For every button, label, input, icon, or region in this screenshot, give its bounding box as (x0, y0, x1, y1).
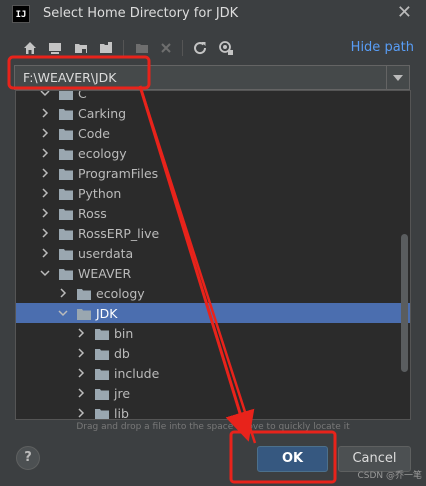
tree-row[interactable]: jre (16, 383, 410, 403)
tree-row-label: bin (114, 326, 134, 341)
tree-row[interactable]: JDK (16, 303, 410, 323)
tree-row-label: RossERP_live (78, 226, 160, 241)
vertical-scrollbar[interactable] (401, 234, 408, 372)
chevron-down-icon[interactable] (38, 265, 52, 281)
folder-icon (94, 346, 110, 360)
module-folder-icon[interactable] (97, 39, 115, 57)
tree-row-label: jre (114, 386, 131, 401)
tree-row-label: lib (114, 406, 129, 420)
chevron-right-icon[interactable] (74, 385, 88, 401)
tree-row[interactable]: include (16, 363, 410, 383)
tree-row[interactable]: ProgramFiles (16, 163, 410, 183)
help-button[interactable]: ? (16, 446, 40, 470)
drag-drop-hint: Drag and drop a file into the space abov… (76, 422, 350, 432)
chevron-right-icon[interactable] (38, 165, 52, 181)
chevron-right-icon[interactable] (74, 325, 88, 341)
dialog-title: Select Home Directory for JDK (43, 6, 239, 21)
folder-icon (76, 286, 92, 300)
path-input-value: F:\WEAVER\JDK (23, 70, 117, 85)
tree-row-label: Ross (78, 206, 107, 221)
folder-icon (58, 226, 74, 240)
tree-row[interactable]: ecology (16, 283, 410, 303)
intellij-logo-icon: IJ (12, 5, 30, 23)
folder-icon (58, 266, 74, 280)
toolbar-separator (182, 40, 183, 56)
tree-row[interactable]: Python (16, 183, 410, 203)
chevron-right-icon[interactable] (56, 285, 70, 301)
tree-row-label: C (78, 90, 87, 101)
tree-row[interactable]: lib (16, 403, 410, 420)
tree-row-label: include (114, 366, 160, 381)
tree-row-label: db (114, 346, 130, 361)
folder-icon (58, 106, 74, 120)
folder-icon (58, 91, 74, 100)
tree-row[interactable]: ecology (16, 143, 410, 163)
delete-icon[interactable] (157, 39, 175, 57)
path-input[interactable]: F:\WEAVER\JDK (14, 65, 410, 90)
directory-tree[interactable]: C Carking Code ecology ProgramFiles Python Ros… (15, 90, 411, 420)
tree-row[interactable]: Carking (16, 103, 410, 123)
folder-icon (58, 186, 74, 200)
folder-icon (58, 166, 74, 180)
tree-row-label: ecology (96, 286, 145, 301)
tree-row[interactable]: RossERP_live (16, 223, 410, 243)
chevron-right-icon[interactable] (38, 105, 52, 121)
tree-row-label: WEAVER (78, 266, 132, 281)
folder-icon (94, 366, 110, 380)
folder-icon (94, 326, 110, 340)
chevron-down-icon[interactable] (38, 91, 52, 101)
chevron-right-icon[interactable] (38, 225, 52, 241)
close-icon[interactable]: ✕ (397, 2, 412, 23)
watermark: CSDN @乔一笔 (357, 471, 422, 481)
folder-icon (58, 126, 74, 140)
refresh-icon[interactable] (191, 39, 209, 57)
chevron-right-icon[interactable] (74, 405, 88, 419)
chevron-right-icon[interactable] (38, 185, 52, 201)
chevron-right-icon[interactable] (74, 365, 88, 381)
tree-row[interactable]: bin (16, 323, 410, 343)
folder-icon (76, 306, 92, 320)
folder-icon (94, 406, 110, 419)
hide-path-link[interactable]: Hide path (351, 40, 414, 55)
ok-button[interactable]: OK (257, 446, 328, 472)
tree-row[interactable]: userdata (16, 243, 410, 263)
tree-row-label: Code (78, 126, 111, 141)
tree-row-label: userdata (78, 246, 134, 261)
home-icon[interactable] (21, 39, 39, 57)
chevron-right-icon[interactable] (74, 345, 88, 361)
tree-row-label: Python (78, 186, 122, 201)
chevron-right-icon[interactable] (38, 125, 52, 141)
tree-row-label: Carking (78, 106, 127, 121)
folder-icon (58, 246, 74, 260)
chevron-right-icon[interactable] (38, 205, 52, 221)
folder-icon (58, 146, 74, 160)
tree-row[interactable]: Ross (16, 203, 410, 223)
folder-icon (94, 386, 110, 400)
project-folder-icon[interactable] (72, 39, 90, 57)
tree-row-label: ProgramFiles (78, 166, 159, 181)
folder-icon (58, 206, 74, 220)
chevron-right-icon[interactable] (38, 245, 52, 261)
desktop-icon[interactable] (46, 39, 64, 57)
tree-row[interactable]: Code (16, 123, 410, 143)
chevron-right-icon[interactable] (38, 145, 52, 161)
chevron-down-icon[interactable] (386, 66, 409, 89)
tree-row-label: ecology (78, 146, 127, 161)
tree-row[interactable]: WEAVER (16, 263, 410, 283)
toolbar-separator (123, 40, 124, 56)
show-hidden-icon[interactable] (217, 39, 235, 57)
chevron-down-icon[interactable] (56, 305, 70, 321)
tree-row-label: JDK (96, 306, 118, 321)
new-folder-icon[interactable] (133, 39, 151, 57)
tree-row[interactable]: db (16, 343, 410, 363)
tree-row[interactable]: C (16, 90, 410, 103)
title-bar: IJ Select Home Directory for JDK ✕ (0, 0, 426, 30)
